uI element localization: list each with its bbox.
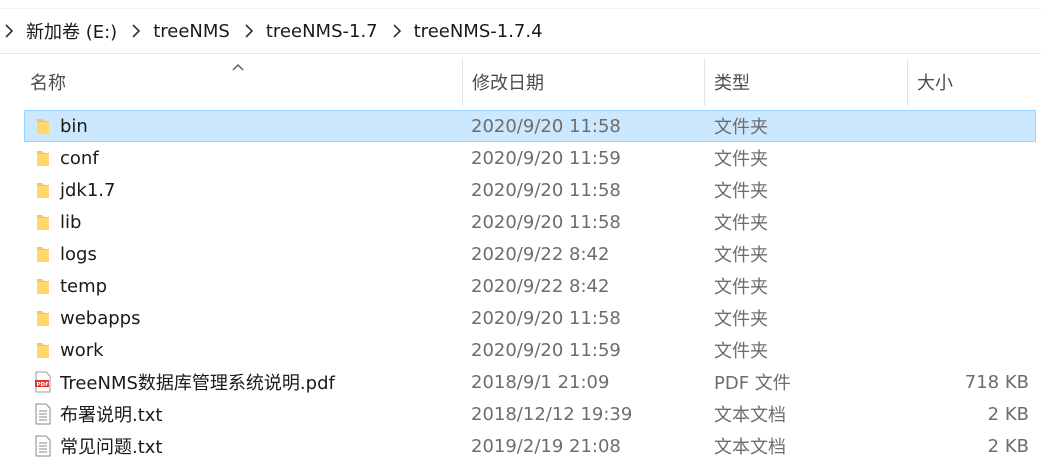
file-type: 文件夹 — [714, 277, 768, 298]
text-file-icon — [33, 431, 53, 461]
column-header-row: 名称 修改日期 类型 大小 — [0, 58, 1041, 106]
file-modified: 2020/9/22 8:42 — [471, 275, 610, 297]
file-modified: 2020/9/20 11:59 — [471, 147, 621, 169]
file-row[interactable]: webapps 2020/9/20 11:58 文件夹 — [24, 302, 1036, 334]
file-name: temp — [60, 275, 108, 297]
file-type: 文件夹 — [714, 309, 768, 330]
column-header-name[interactable]: 名称 — [24, 58, 462, 106]
column-header-size[interactable]: 大小 — [907, 58, 1041, 106]
file-name: work — [60, 339, 104, 361]
file-type: 文件夹 — [714, 117, 768, 138]
breadcrumb-item-treenms-1-7[interactable]: treeNMS-1.7 — [266, 21, 378, 42]
toolbar-strip — [0, 0, 1041, 9]
breadcrumb: 新加卷 (E:) treeNMS treeNMS-1.7 treeNMS-1.7… — [4, 12, 557, 50]
file-type: 文件夹 — [714, 149, 768, 170]
folder-icon — [33, 271, 53, 301]
file-row[interactable]: jdk1.7 2020/9/20 11:58 文件夹 — [24, 174, 1036, 206]
file-type: 文件夹 — [714, 181, 768, 202]
file-name: 常见问题.txt — [60, 437, 163, 458]
breadcrumb-item-treenms-1-7-4[interactable]: treeNMS-1.7.4 — [414, 21, 543, 42]
breadcrumb-item-drive[interactable]: 新加卷 (E:) — [26, 18, 117, 44]
folder-icon — [33, 303, 53, 333]
file-row[interactable]: conf 2020/9/20 11:59 文件夹 — [24, 142, 1036, 174]
folder-icon — [33, 143, 53, 173]
file-size: 2 KB — [987, 435, 1029, 457]
address-bar[interactable]: 新加卷 (E:) treeNMS treeNMS-1.7 treeNMS-1.7… — [0, 0, 1041, 54]
file-row[interactable]: PDF TreeNMS数据库管理系统说明.pdf 2018/9/1 21:09 … — [24, 366, 1036, 398]
chevron-right-icon[interactable] — [131, 24, 141, 38]
column-header-modified[interactable]: 修改日期 — [462, 58, 704, 106]
file-type: 文件夹 — [714, 245, 768, 266]
file-name: logs — [60, 243, 97, 265]
file-name: 布署说明.txt — [60, 405, 163, 426]
file-size: 2 KB — [987, 403, 1029, 425]
file-row[interactable]: 常见问题.txt 2019/2/19 21:08 文本文档 2 KB — [24, 430, 1036, 462]
folder-icon — [33, 111, 53, 141]
file-name: conf — [60, 147, 99, 169]
file-row[interactable]: temp 2020/9/22 8:42 文件夹 — [24, 270, 1036, 302]
file-name: webapps — [60, 307, 141, 329]
folder-icon — [33, 207, 53, 237]
file-modified: 2020/9/20 11:58 — [471, 211, 621, 233]
file-name: TreeNMS数据库管理系统说明.pdf — [60, 373, 335, 394]
folder-icon — [33, 175, 53, 205]
file-modified: 2020/9/20 11:58 — [471, 307, 621, 329]
file-row[interactable]: 布署说明.txt 2018/12/12 19:39 文本文档 2 KB — [24, 398, 1036, 430]
folder-icon — [33, 335, 53, 365]
column-header-size-label: 大小 — [917, 73, 953, 94]
text-file-icon — [33, 399, 53, 429]
pdf-file-icon: PDF — [33, 367, 53, 397]
file-row[interactable]: bin 2020/9/20 11:58 文件夹 — [24, 110, 1036, 142]
svg-text:PDF: PDF — [37, 382, 50, 388]
file-modified: 2018/9/1 21:09 — [471, 371, 610, 393]
file-name: lib — [60, 211, 82, 233]
file-modified: 2020/9/20 11:58 — [471, 179, 621, 201]
file-modified: 2020/9/20 11:58 — [471, 115, 621, 137]
file-type: PDF 文件 — [714, 373, 791, 394]
file-type: 文件夹 — [714, 213, 768, 234]
chevron-right-icon[interactable] — [392, 24, 402, 38]
column-header-modified-label: 修改日期 — [472, 73, 544, 94]
file-size: 718 KB — [964, 371, 1029, 393]
chevron-right-icon[interactable] — [244, 24, 254, 38]
file-type: 文件夹 — [714, 341, 768, 362]
column-header-type[interactable]: 类型 — [704, 58, 907, 106]
file-modified: 2020/9/22 8:42 — [471, 243, 610, 265]
column-header-type-label: 类型 — [714, 73, 750, 94]
file-row[interactable]: logs 2020/9/22 8:42 文件夹 — [24, 238, 1036, 270]
column-header-name-label: 名称 — [30, 73, 66, 94]
file-modified: 2018/12/12 19:39 — [471, 403, 633, 425]
breadcrumb-item-treenms[interactable]: treeNMS — [153, 21, 230, 42]
file-type: 文本文档 — [714, 437, 786, 458]
file-row[interactable]: work 2020/9/20 11:59 文件夹 — [24, 334, 1036, 366]
file-row[interactable]: lib 2020/9/20 11:58 文件夹 — [24, 206, 1036, 238]
file-modified: 2019/2/19 21:08 — [471, 435, 621, 457]
file-name: jdk1.7 — [60, 179, 116, 201]
file-type: 文本文档 — [714, 405, 786, 426]
file-name: bin — [60, 115, 88, 137]
folder-icon — [33, 239, 53, 269]
chevron-right-icon[interactable] — [4, 24, 14, 38]
file-modified: 2020/9/20 11:59 — [471, 339, 621, 361]
